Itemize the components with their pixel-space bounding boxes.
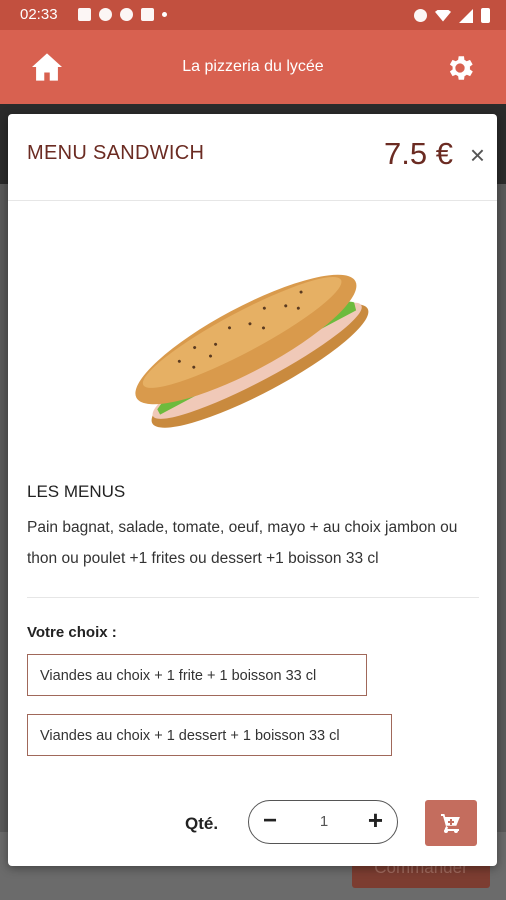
increment-button[interactable]: + bbox=[368, 805, 383, 836]
mail-notification-icon bbox=[141, 8, 154, 21]
close-button[interactable]: × bbox=[470, 142, 485, 168]
quantity-value[interactable]: 1 bbox=[309, 813, 339, 830]
product-modal: MENU SANDWICH 7.5 € × LES MENUS Pain bag… bbox=[8, 114, 497, 866]
choice-option-fries[interactable]: Viandes au choix + 1 frite + 1 boisson 3… bbox=[27, 654, 367, 696]
product-title: MENU SANDWICH bbox=[27, 142, 205, 164]
cell-signal-icon bbox=[459, 8, 473, 23]
choice-label: Votre choix : bbox=[27, 624, 117, 641]
messenger-notification-icon bbox=[99, 8, 112, 21]
modal-header: MENU SANDWICH 7.5 € × bbox=[8, 114, 497, 201]
image-notification-icon bbox=[78, 8, 91, 21]
app-bar: La pizzeria du lycée bbox=[0, 30, 506, 104]
add-to-cart-button[interactable] bbox=[425, 800, 477, 846]
quantity-stepper: − 1 + bbox=[248, 800, 398, 844]
product-price: 7.5 € bbox=[384, 136, 453, 171]
battery-icon bbox=[481, 8, 490, 23]
quantity-label: Qté. bbox=[185, 814, 219, 833]
more-notifications-dot bbox=[162, 12, 167, 17]
product-description: Pain bagnat, salade, tomate, oeuf, mayo … bbox=[27, 519, 458, 567]
section-divider bbox=[27, 597, 479, 598]
status-time: 02:33 bbox=[20, 6, 58, 23]
status-bar: 02:33 bbox=[0, 0, 506, 30]
gear-icon[interactable] bbox=[444, 52, 476, 84]
vibrate-icon bbox=[414, 9, 427, 22]
app-title: La pizzeria du lycée bbox=[182, 58, 324, 75]
notification-icons bbox=[78, 8, 167, 21]
cart-icon bbox=[441, 814, 460, 833]
wifi-icon bbox=[435, 9, 451, 22]
location-notification-icon bbox=[120, 8, 133, 21]
sandwich-image bbox=[135, 274, 369, 428]
system-icons bbox=[414, 8, 490, 23]
menus-heading: LES MENUS bbox=[27, 482, 126, 501]
decrement-button[interactable]: − bbox=[263, 807, 277, 835]
choice-option-dessert[interactable]: Viandes au choix + 1 dessert + 1 boisson… bbox=[27, 714, 392, 756]
